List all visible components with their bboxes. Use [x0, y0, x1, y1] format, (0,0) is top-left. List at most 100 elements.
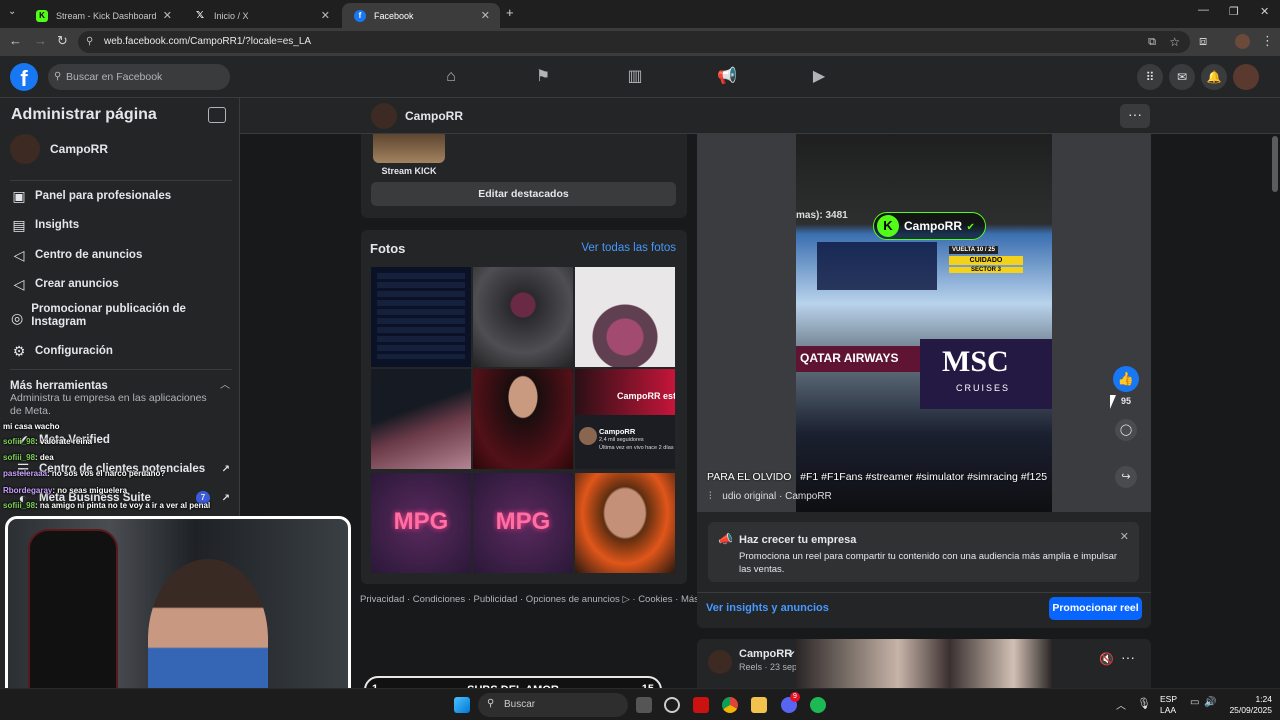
more-options-button[interactable]: ··· — [1120, 104, 1150, 128]
close-icon[interactable]: ✕ — [1120, 530, 1129, 543]
tray-chevron-icon[interactable]: ︿ — [1116, 697, 1126, 712]
page-avatar[interactable] — [371, 103, 397, 129]
site-info-icon[interactable]: ⚲ — [86, 31, 93, 53]
tab-x-home[interactable]: 𝕏 Inicio / X ✕ — [182, 3, 340, 28]
browser-menu-icon[interactable]: ⋮ — [1261, 33, 1274, 49]
spotify-icon[interactable] — [810, 697, 826, 713]
chat-message: mi casa wacho — [3, 422, 60, 431]
photo-helmet-dark[interactable] — [473, 267, 573, 367]
hud-sector: SECTOR 3 — [949, 267, 1023, 273]
post-options-icon[interactable]: ··· — [1121, 649, 1135, 665]
tab-kick-dashboard[interactable]: K Stream - Kick Dashboard ✕ — [24, 3, 182, 28]
megaphone-icon[interactable]: 📢 — [716, 66, 738, 88]
clock[interactable]: 1:24 25/09/2025 — [1222, 694, 1272, 716]
instagram-icon: ◎ — [11, 310, 24, 326]
home-icon[interactable]: ⌂ — [440, 66, 462, 88]
photo-portrait-neon[interactable] — [575, 473, 675, 573]
url-input[interactable]: ⚲ web.facebook.com/CampoRR1/?locale=es_L… — [78, 31, 1190, 53]
video-icon[interactable]: ▶ — [808, 66, 830, 88]
tab-search-icon[interactable]: ⌄ — [8, 6, 16, 17]
next-post-card: CampoRR ✔ Reels · 23 sept. · ◍ 🔇 ··· — [697, 639, 1151, 688]
tab-label: Facebook — [374, 10, 414, 21]
facebook-logo-icon[interactable]: f — [10, 63, 38, 91]
photo-helmet-pink[interactable] — [575, 267, 675, 367]
like-button[interactable]: 👍 — [1113, 366, 1139, 392]
forward-icon[interactable]: → — [34, 33, 47, 48]
see-all-photos-link[interactable]: Ver todas las fotos — [581, 242, 676, 254]
megaphone-icon: 📣 — [718, 532, 733, 546]
photo-f1-car[interactable] — [371, 369, 471, 469]
volume-icon[interactable]: 🔊 — [1204, 697, 1216, 708]
post-author[interactable]: CampoRR — [739, 648, 792, 660]
microphone-icon[interactable]: 🎙 — [1137, 697, 1151, 710]
obs-icon[interactable] — [664, 697, 680, 713]
messenger-icon[interactable]: ✉ — [1169, 64, 1195, 90]
lang-layout: LAA — [1160, 705, 1177, 715]
flag-icon[interactable]: ⚑ — [532, 66, 554, 88]
photo-portrait-suit[interactable] — [473, 369, 573, 469]
promote-reel-button[interactable]: Promocionar reel — [1049, 597, 1142, 620]
comment-icon[interactable]: ◯ — [1115, 419, 1137, 441]
photo-mpg-1[interactable]: MPG — [371, 473, 471, 573]
taskbar-search[interactable]: ⚲ Buscar — [478, 693, 628, 717]
language-indicator[interactable]: ESP LAA — [1160, 694, 1177, 716]
sidebar-item-create-ads[interactable]: ◁ Crear anuncios — [10, 275, 119, 293]
reel-video[interactable]: mas): 3481 K CampoRR ✔ VUELTA 10 / 25 CU… — [697, 134, 1151, 512]
see-insights-link[interactable]: Ver insights y anuncios — [706, 602, 829, 614]
msc-text: MSC — [942, 345, 1009, 378]
highlight-thumbnail[interactable] — [373, 134, 445, 163]
bookmark-star-icon[interactable]: ☆ — [1169, 31, 1180, 53]
sidebar-item-insights[interactable]: ▤ Insights — [10, 216, 79, 234]
share-icon[interactable]: ↪ — [1115, 466, 1137, 488]
file-explorer-icon[interactable] — [751, 697, 767, 713]
search-icon: ⚲ — [54, 71, 62, 82]
tab-facebook[interactable]: f Facebook ✕ — [342, 3, 500, 28]
task-view-icon[interactable] — [636, 697, 652, 713]
racing-app-icon[interactable] — [693, 697, 709, 713]
restore-icon[interactable]: ❐ — [1229, 5, 1239, 18]
footer-links[interactable]: Privacidad · Condiciones · Publicidad · … — [360, 594, 699, 605]
close-window-icon[interactable]: ✕ — [1260, 5, 1269, 18]
reel-audio[interactable]: ⫶ udio original · CampoRR — [709, 491, 832, 502]
sidebar-item-promote-instagram[interactable]: ◎ Promocionar publicación de Instagram — [10, 303, 200, 329]
photo-kick-card[interactable]: CampoRR est CampoRR 2,4 mil seguidores Ú… — [575, 369, 675, 469]
sidebar-item-settings[interactable]: ⚙ Configuración — [10, 342, 113, 360]
back-icon[interactable]: ← — [9, 33, 22, 48]
photo-f1-standings[interactable] — [371, 267, 471, 367]
clock-time: 1:24 — [1255, 694, 1272, 704]
mute-icon[interactable]: 🔇 — [1099, 652, 1114, 666]
edit-highlights-button[interactable]: Editar destacados — [371, 182, 676, 206]
search-input[interactable]: ⚲ Buscar en Facebook — [48, 64, 230, 90]
page-switcher[interactable]: CampoRR — [10, 134, 108, 164]
close-icon[interactable]: ✕ — [163, 9, 172, 22]
extensions-icon[interactable]: ⧈ — [1199, 33, 1207, 49]
mpg-text: MPG — [393, 508, 449, 535]
page-scrollbar[interactable] — [1272, 136, 1278, 192]
profile-avatar[interactable] — [1233, 64, 1259, 90]
sidebar-item-professional-dashboard[interactable]: ▣ Panel para profesionales — [10, 187, 171, 205]
photo-mpg-2[interactable]: MPG — [473, 473, 573, 573]
close-icon[interactable]: ✕ — [481, 9, 490, 22]
reload-icon[interactable]: ↻ — [57, 33, 68, 49]
post-video-preview[interactable] — [796, 639, 1052, 688]
new-tab-icon[interactable]: + — [506, 5, 514, 20]
sidebar-item-label: Crear anuncios — [35, 278, 119, 290]
profile-avatar-icon[interactable] — [1235, 34, 1250, 49]
facebook-icon: f — [354, 9, 366, 22]
install-icon[interactable]: ⧉ — [1148, 31, 1156, 53]
network-icon[interactable]: ▭ — [1190, 697, 1199, 708]
tab-label: Inicio / X — [214, 10, 249, 21]
dashboard-icon[interactable]: ▥ — [624, 66, 646, 88]
megaphone-icon: ◁ — [13, 276, 25, 292]
sidebar-item-label: Promocionar publicación de Instagram — [31, 303, 186, 328]
menu-grid-icon[interactable]: ⠿ — [1137, 64, 1163, 90]
author-avatar[interactable] — [708, 650, 732, 674]
notifications-icon[interactable]: 🔔 — [1201, 64, 1227, 90]
minimize-icon[interactable]: — — [1198, 4, 1209, 16]
close-icon[interactable]: ✕ — [321, 9, 330, 22]
sidebar-item-ad-center[interactable]: ◁ Centro de anuncios — [10, 246, 143, 264]
collapse-sidebar-icon[interactable] — [208, 107, 226, 123]
reel-caption[interactable]: PARA EL OLVIDO #F1 #F1Fans #streamer #si… — [707, 471, 1047, 483]
chrome-icon[interactable] — [722, 697, 738, 713]
windows-start-icon[interactable] — [454, 697, 470, 713]
